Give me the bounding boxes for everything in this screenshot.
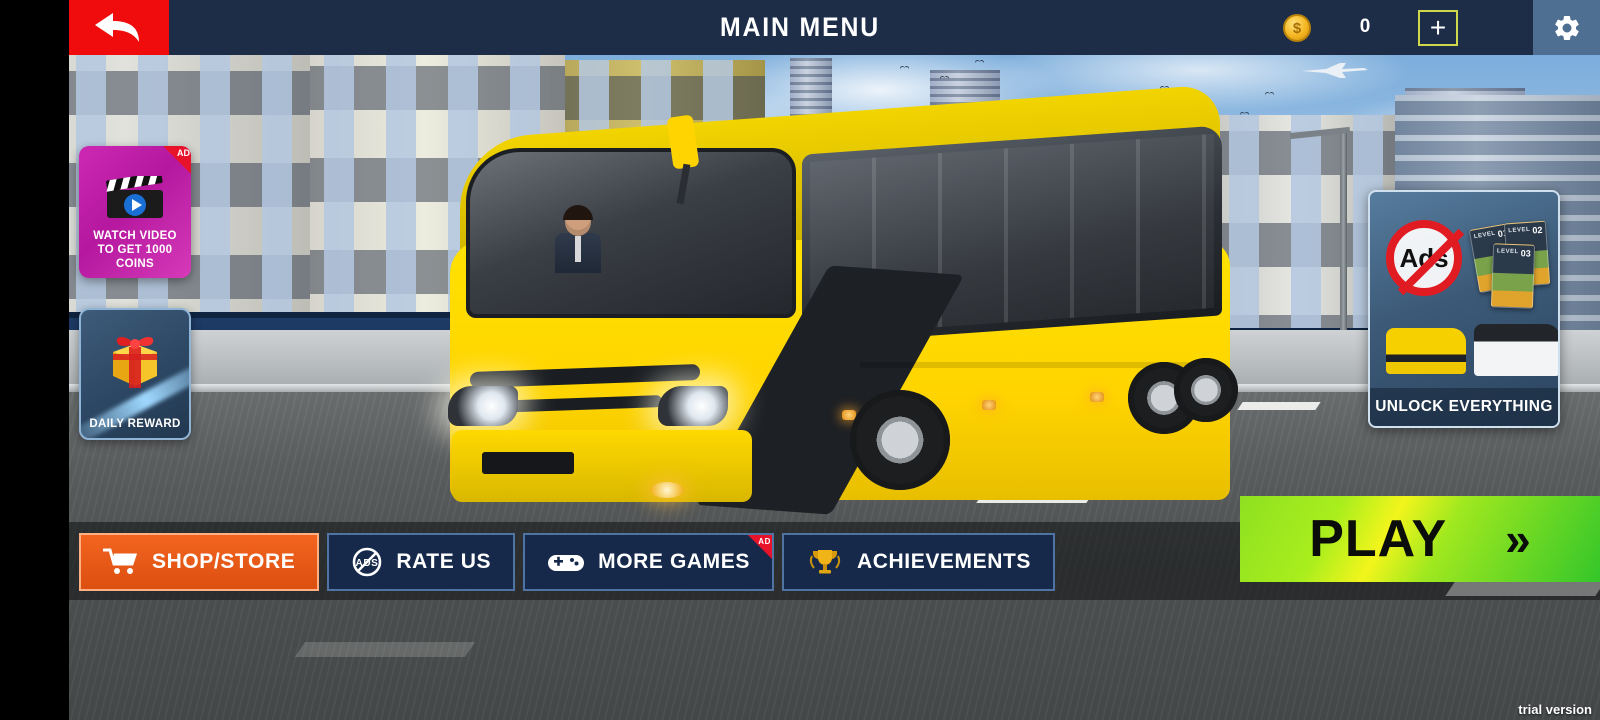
bus-wheel bbox=[850, 390, 950, 490]
gift-box-icon bbox=[113, 337, 157, 388]
bus-wheel bbox=[1174, 358, 1238, 422]
shop-store-button[interactable]: SHOP/STORE bbox=[79, 533, 320, 591]
watch-video-promo[interactable]: AD WATCH VIDEO TO GET 1000 COINS bbox=[79, 146, 191, 278]
ad-badge: AD bbox=[163, 146, 191, 174]
settings-button[interactable] bbox=[1533, 0, 1600, 55]
yellow-bus-thumbnail bbox=[1386, 328, 1466, 374]
headlight bbox=[448, 386, 518, 426]
trophy-icon bbox=[809, 550, 841, 574]
back-arrow-icon bbox=[95, 12, 139, 42]
bird-icon bbox=[975, 60, 984, 65]
coin-count: 0 bbox=[1359, 16, 1371, 37]
rate-us-button[interactable]: ADS RATE US bbox=[327, 533, 516, 591]
bottom-button-row: SHOP/STORE ADS RATE US MORE GAMES AD bbox=[79, 533, 1056, 591]
plus-icon: + bbox=[1429, 12, 1447, 43]
coin-symbol: $ bbox=[1292, 19, 1302, 37]
video-clapperboard-icon bbox=[106, 176, 163, 218]
achievements-button[interactable]: ACHIEVEMENTS bbox=[781, 533, 1056, 591]
rate-us-label: RATE US bbox=[396, 550, 492, 573]
fog-light bbox=[650, 482, 684, 498]
airplane-icon bbox=[1302, 63, 1368, 78]
license-plate bbox=[482, 452, 574, 474]
gear-icon bbox=[1554, 15, 1579, 40]
bird-icon bbox=[900, 66, 909, 71]
play-label: PLAY bbox=[1309, 510, 1448, 568]
white-bus-thumbnail bbox=[1474, 324, 1558, 376]
daily-reward-label: DAILY REWARD bbox=[89, 417, 181, 430]
road-dash bbox=[294, 642, 476, 657]
play-button[interactable]: PLAY » bbox=[1240, 496, 1600, 582]
no-ads-icon: ADS bbox=[353, 547, 382, 577]
shop-store-label: SHOP/STORE bbox=[152, 550, 296, 573]
letterbox-left bbox=[0, 0, 69, 720]
unlock-everything-panel[interactable]: Ads LEVEL 01 LEVEL 02 LEVEL 03 UNLOCK EV… bbox=[1368, 190, 1560, 428]
level-card: LEVEL 03 bbox=[1490, 243, 1536, 309]
daily-reward-promo[interactable]: DAILY REWARD bbox=[79, 308, 191, 440]
unlock-everything-label: UNLOCK EVERYTHING bbox=[1370, 388, 1558, 426]
trial-version-watermark: trial version bbox=[1518, 702, 1592, 717]
more-games-button[interactable]: MORE GAMES AD bbox=[523, 533, 774, 591]
coin-icon: $ bbox=[1283, 14, 1311, 42]
shopping-cart-icon bbox=[103, 548, 138, 574]
ad-badge: AD bbox=[747, 535, 772, 559]
headlight bbox=[658, 386, 728, 426]
page-title: MAIN MENU bbox=[719, 12, 881, 42]
bus-driver bbox=[555, 205, 601, 273]
top-bar: MAIN MENU $ 0 + bbox=[0, 0, 1600, 55]
bird-icon bbox=[1265, 92, 1274, 97]
side-marker-light bbox=[982, 400, 996, 410]
game-screen: MAIN MENU $ 0 + AD WATCH VIDEO TO GET 10… bbox=[0, 0, 1600, 720]
road-dash bbox=[1237, 402, 1321, 410]
achievements-label: ACHIEVEMENTS bbox=[856, 550, 1032, 573]
more-games-label: MORE GAMES bbox=[598, 550, 750, 573]
gamepad-icon bbox=[548, 555, 585, 571]
game-background bbox=[0, 0, 1600, 720]
no-ads-icon: Ads bbox=[1386, 220, 1462, 296]
double-chevron-right-icon: » bbox=[1505, 513, 1531, 565]
side-marker-light bbox=[1090, 392, 1104, 402]
watch-video-label: WATCH VIDEO TO GET 1000 COINS bbox=[93, 229, 177, 270]
bird-icon bbox=[940, 76, 949, 81]
bus-model bbox=[430, 84, 1240, 520]
add-coins-button[interactable]: + bbox=[1418, 10, 1458, 46]
back-button[interactable] bbox=[69, 0, 169, 55]
